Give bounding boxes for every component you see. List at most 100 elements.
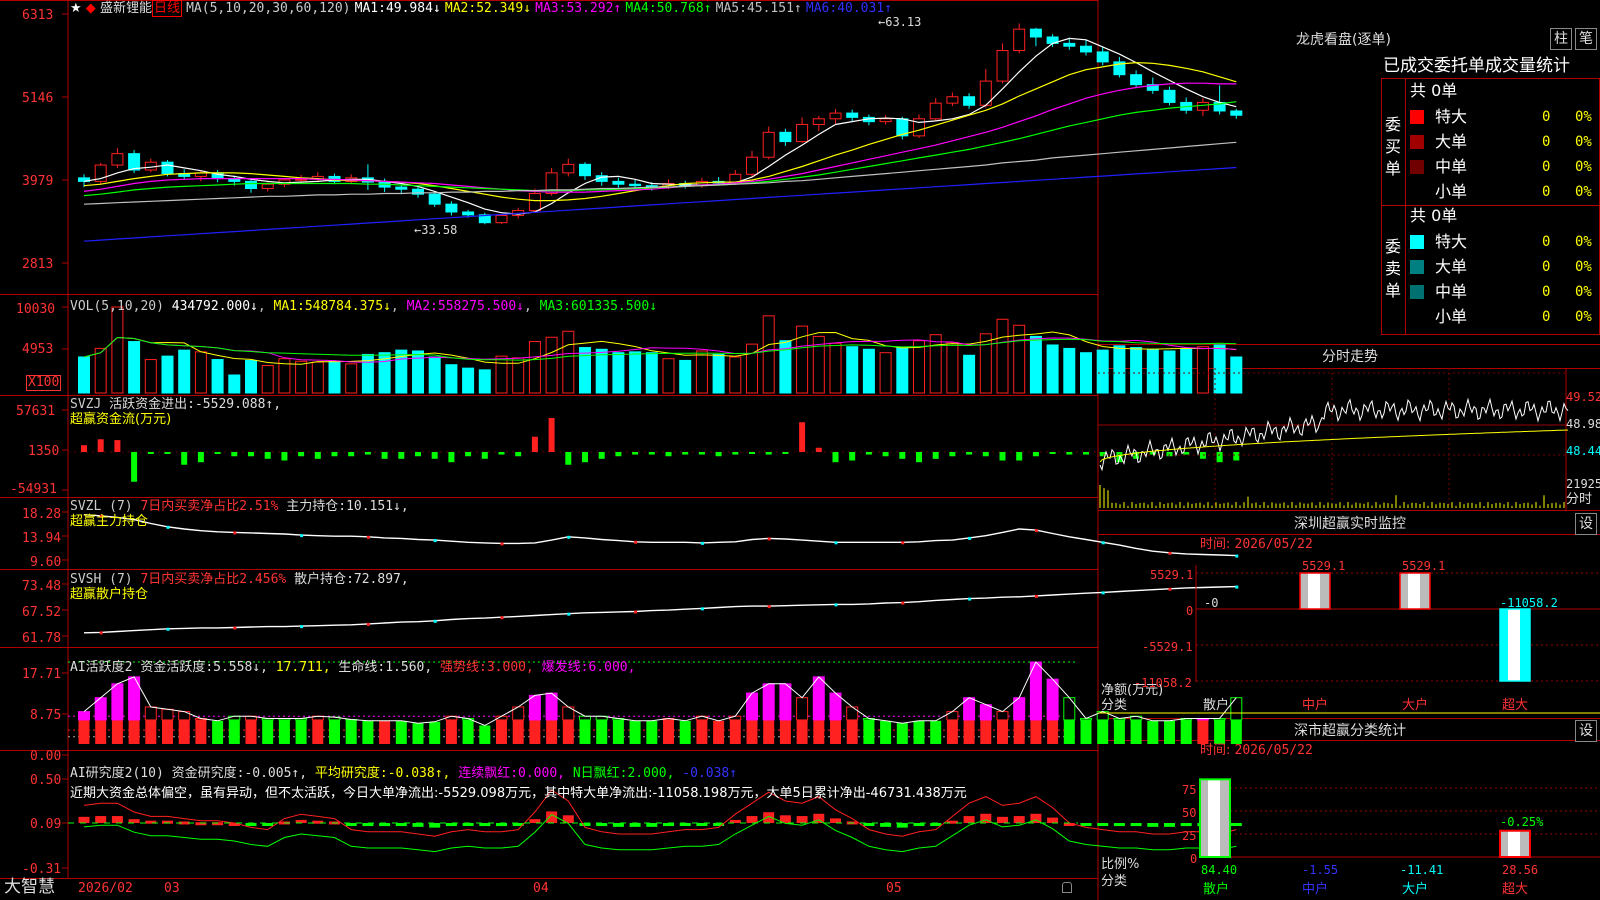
- svsh-line-tick: [901, 601, 905, 605]
- svsh-param: (7): [109, 572, 133, 587]
- class-bar-highlight: [1508, 830, 1520, 857]
- activity-bar: [479, 725, 491, 744]
- tick-view-button[interactable]: 笔: [1575, 28, 1597, 50]
- activity-bar: [278, 719, 290, 744]
- svzj-bar: [632, 452, 639, 455]
- svzj-bar: [364, 452, 371, 455]
- activity-bar-top: [779, 683, 792, 721]
- activity-bar: [395, 720, 407, 744]
- svsh-header: SVSH (7) 7日内买卖净占比2.456% 散户持仓:72.897,: [70, 572, 409, 588]
- svzj-value: -5529.088↑,: [194, 397, 282, 412]
- svzj-bar: [749, 452, 755, 454]
- cont-red-value: 0.000,: [518, 766, 565, 781]
- candle-up: [796, 123, 809, 143]
- svzj-bar: [849, 452, 856, 461]
- activity-bar: [228, 719, 240, 744]
- volume-bar: [913, 340, 925, 394]
- svzj-bar: [1032, 452, 1039, 457]
- buy-order-count: 0: [1542, 109, 1551, 125]
- sz-class-time: 时间: 2026/05/22: [1200, 743, 1313, 759]
- avg-research-value: -0.038↑,: [387, 766, 451, 781]
- activity-bar-top: [1063, 697, 1076, 721]
- research-bar: [111, 816, 123, 823]
- vol-ma1-value: 548784.375↓: [304, 299, 391, 314]
- column-view-button[interactable]: 柱: [1550, 28, 1572, 50]
- svsh-line-tick: [767, 605, 771, 609]
- sz-monitor-settings-button[interactable]: 设: [1575, 513, 1597, 535]
- low-price-label: ←33.58: [414, 223, 458, 237]
- candle-up: [812, 118, 825, 125]
- buy-order-row: 小单 0 0%: [1410, 181, 1600, 203]
- candle-up: [261, 183, 274, 190]
- activity-bar-top: [762, 683, 775, 721]
- ai-research-label: 资金研究度:: [171, 766, 245, 781]
- vol-ytick: 4953: [22, 342, 54, 357]
- svsh-line-tick: [1168, 587, 1172, 591]
- sell-order-name: 特大: [1435, 232, 1468, 251]
- ai-research-header: AI研究度2(10) 资金研究度:-0.005↑, 平均研究度:-0.038↑,…: [70, 766, 737, 782]
- sz-class-bar-label: 84.40: [1201, 863, 1238, 877]
- volume-bar: [261, 365, 274, 394]
- xaxis-label: 05: [886, 881, 902, 896]
- research-bar: [412, 823, 424, 827]
- svsh-line-tick: [500, 616, 504, 620]
- activity-bar: [512, 719, 524, 744]
- strong-line-label: 强势线:: [440, 660, 487, 675]
- ai-active-ytick: 8.75: [30, 708, 62, 723]
- svzl-label: 主力持仓:: [286, 499, 347, 514]
- svzj-bar: [214, 452, 221, 454]
- buy-order-percent: 0%: [1575, 184, 1592, 200]
- volume-bar: [562, 330, 575, 394]
- research-bar: [746, 816, 758, 823]
- chart-canvas: [0, 0, 1600, 900]
- svsh-line-tick: [233, 626, 237, 630]
- activity-bar: [529, 719, 541, 744]
- research-bar: [646, 823, 658, 827]
- svsh-line-tick: [300, 625, 304, 629]
- buy-order-count: 0: [1542, 184, 1551, 200]
- sz-class-cat: 超大: [1502, 882, 1529, 897]
- vol-unit-button[interactable]: X100: [26, 375, 62, 391]
- research-bar: [1130, 823, 1142, 827]
- svsh-line-tick: [567, 612, 571, 616]
- sz-class-settings-button[interactable]: 设: [1575, 720, 1597, 742]
- svsh-retail-holding-chart: [83, 585, 1239, 635]
- activity-bar: [462, 719, 474, 744]
- svzl-ytick: 13.94: [22, 531, 62, 546]
- volume-bar: [846, 346, 859, 394]
- sz-class-bar-label: 28.56: [1502, 863, 1539, 877]
- strong-line-value: 3.000,: [486, 660, 534, 675]
- main-ytick: 2813: [22, 257, 54, 272]
- svsh-line-tick: [166, 627, 170, 631]
- sell-order-name: 小单: [1435, 307, 1468, 326]
- candle-down: [1163, 89, 1176, 103]
- svsh-ytick: 61.78: [22, 631, 62, 646]
- stock-name[interactable]: 盛新锂能: [100, 1, 152, 16]
- buy-order-color-swatch: [1410, 110, 1424, 124]
- svzj-bar: [1083, 452, 1089, 455]
- sz-monitor-ytick: 0: [1186, 604, 1194, 618]
- lock-icon[interactable]: [1062, 882, 1072, 893]
- ai-research-ytick: 0.50: [30, 773, 62, 788]
- avg-research-label: 平均研究度:: [314, 766, 388, 781]
- buy-order-count: 0: [1542, 134, 1551, 150]
- candle-down: [1096, 51, 1109, 63]
- ai-research-name: AI研究度2(10): [70, 766, 164, 781]
- activity-bar-top: [829, 692, 842, 721]
- star-icon[interactable]: ★: [70, 1, 82, 16]
- activity-bar: [178, 719, 190, 744]
- period-label[interactable]: 日线: [151, 0, 182, 17]
- activity-bar-top: [545, 692, 558, 721]
- svsh-line-tick: [834, 603, 838, 607]
- svzj-bar: [248, 452, 254, 457]
- candle-down: [1080, 45, 1092, 53]
- volume-bar: [128, 341, 141, 394]
- svzl-line-tick: [166, 525, 170, 529]
- activity-bar: [111, 719, 123, 744]
- volume-bar: [929, 334, 942, 394]
- activity-bar: [596, 719, 608, 744]
- svzl-line-tick: [366, 535, 370, 539]
- activity-bar-top: [1230, 697, 1243, 721]
- activity-bar-top: [746, 692, 758, 721]
- ma3-label: MA3:: [535, 1, 567, 16]
